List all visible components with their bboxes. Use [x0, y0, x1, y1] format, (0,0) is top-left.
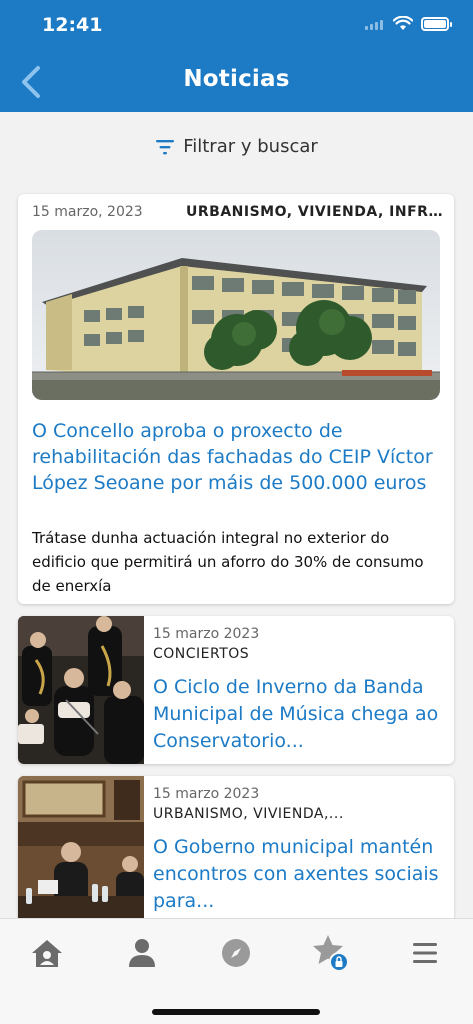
home-icon — [32, 940, 62, 967]
user-icon — [129, 939, 155, 967]
news-card[interactable]: 15 marzo 2023 URBANISMO, VIVIENDA,... O … — [18, 776, 454, 924]
news-date: 15 marzo 2023 — [153, 786, 260, 802]
battery-icon — [421, 16, 452, 31]
cellular-signal-icon — [365, 18, 385, 30]
news-summary: Trátase dunha actuación integral no exte… — [32, 529, 424, 595]
meeting-thumbnail — [18, 776, 144, 924]
school-building-image — [32, 230, 440, 400]
news-category: URBANISMO, VIVIENDA,... — [153, 806, 344, 822]
home-indicator[interactable] — [152, 1009, 320, 1015]
wifi-icon — [393, 16, 413, 30]
news-card[interactable]: 15 marzo 2023 CONCIERTOS O Ciclo de Inve… — [18, 616, 454, 764]
news-title[interactable]: O Goberno municipal mantén encontros con… — [153, 834, 448, 915]
status-icons — [365, 16, 452, 31]
filter-icon — [156, 139, 175, 154]
tab-home[interactable] — [27, 933, 67, 973]
filter-search-button[interactable]: Filtrar y buscar — [0, 136, 473, 157]
news-category: CONCIERTOS — [153, 646, 250, 662]
filter-label: Filtrar y buscar — [183, 136, 318, 157]
news-date: 15 marzo, 2023 — [32, 204, 143, 220]
news-title[interactable]: O Concello aproba o proxecto de rehabili… — [32, 418, 442, 496]
featured-news-card[interactable]: 15 marzo, 2023 URBANISMO, VIVIENDA, INFR… — [18, 194, 454, 604]
news-category: URBANISMO, VIVIENDA, INFRA... — [186, 204, 444, 220]
orchestra-thumbnail — [18, 616, 144, 764]
tab-profile[interactable] — [122, 933, 162, 973]
favorites-locked-icon — [313, 935, 349, 972]
page-title: Noticias — [183, 66, 290, 92]
tab-favorites[interactable] — [310, 933, 350, 973]
tab-explore[interactable] — [216, 933, 256, 973]
news-title[interactable]: O Ciclo de Inverno da Banda Municipal de… — [153, 674, 448, 755]
news-date: 15 marzo 2023 — [153, 626, 260, 642]
tab-menu[interactable] — [405, 933, 445, 973]
app-header: 12:41 Noticias — [0, 0, 473, 112]
status-time: 12:41 — [42, 14, 103, 36]
menu-icon — [413, 943, 437, 963]
bottom-tab-bar — [0, 918, 473, 1024]
compass-icon — [222, 939, 250, 967]
